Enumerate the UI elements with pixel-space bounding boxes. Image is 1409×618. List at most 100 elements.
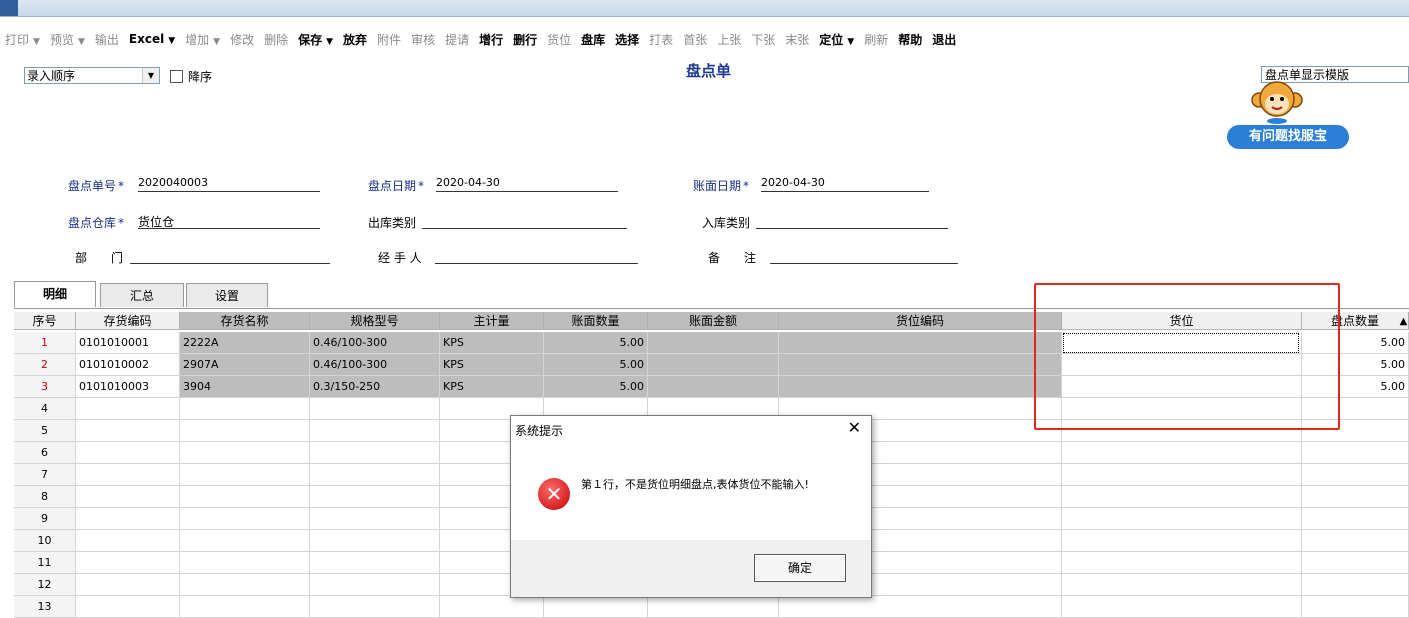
table-cell[interactable] [648, 376, 779, 398]
chevron-down-icon[interactable]: ▼ [326, 37, 333, 47]
table-cell[interactable] [76, 442, 180, 464]
table-cell[interactable] [1062, 552, 1302, 574]
table-cell[interactable] [779, 332, 1062, 354]
table-cell[interactable] [76, 574, 180, 596]
table-cell[interactable] [648, 332, 779, 354]
monkey-mascot-icon[interactable] [1250, 78, 1304, 124]
chevron-down-icon[interactable]: ▼ [213, 37, 220, 47]
chevron-down-icon[interactable]: ▼ [168, 36, 175, 46]
table-cell[interactable]: 5.00 [544, 376, 648, 398]
table-cell[interactable]: 0.46/100-300 [310, 354, 440, 376]
table-cell[interactable] [310, 420, 440, 442]
toolbar-button-1[interactable]: 预览 ▼ [45, 31, 90, 48]
table-cell[interactable]: 0101010001 [76, 332, 180, 354]
table-cell[interactable] [76, 486, 180, 508]
table-cell[interactable] [180, 486, 310, 508]
table-cell[interactable] [76, 420, 180, 442]
toolbar-button-3[interactable]: Excel ▼ [124, 32, 180, 46]
tab-settings[interactable]: 设置 [186, 283, 268, 307]
tab-detail[interactable]: 明细 [14, 281, 96, 307]
table-cell[interactable] [779, 596, 1062, 618]
table-cell[interactable] [1062, 530, 1302, 552]
table-cell[interactable] [180, 552, 310, 574]
table-cell[interactable] [1302, 442, 1409, 464]
help-service-button[interactable]: 有问题找服宝 [1227, 125, 1349, 149]
table-cell[interactable] [779, 354, 1062, 376]
table-cell[interactable] [544, 596, 648, 618]
table-cell[interactable] [76, 464, 180, 486]
table-cell[interactable] [180, 596, 310, 618]
table-cell[interactable] [648, 354, 779, 376]
chevron-down-icon[interactable]: ▼ [142, 68, 159, 83]
table-cell[interactable]: KPS [440, 376, 544, 398]
table-cell[interactable]: 2222A [180, 332, 310, 354]
table-cell[interactable] [180, 508, 310, 530]
toolbar-button-18[interactable]: 首张 [678, 31, 712, 48]
toolbar-button-4[interactable]: 增加 ▼ [180, 31, 225, 48]
table-cell[interactable]: 0.3/150-250 [310, 376, 440, 398]
column-header[interactable]: 存货名称 [180, 312, 310, 330]
table-cell[interactable] [180, 420, 310, 442]
dept-field[interactable] [130, 248, 330, 264]
column-header[interactable]: 规格型号 [310, 312, 440, 330]
table-cell[interactable] [180, 398, 310, 420]
toolbar-button-15[interactable]: 盘库 [576, 31, 610, 48]
toolbar-button-21[interactable]: 末张 [780, 31, 814, 48]
in-type-field[interactable] [756, 213, 948, 229]
table-cell[interactable] [1062, 508, 1302, 530]
tab-summary[interactable]: 汇总 [100, 283, 184, 307]
table-cell[interactable]: 5.00 [544, 332, 648, 354]
table-cell[interactable] [1062, 486, 1302, 508]
table-cell[interactable] [310, 552, 440, 574]
table-cell[interactable]: 0101010002 [76, 354, 180, 376]
ok-button[interactable]: 确定 [754, 554, 846, 582]
table-cell[interactable] [440, 596, 544, 618]
column-header[interactable]: 账面金额 [648, 312, 779, 330]
table-cell[interactable] [1062, 442, 1302, 464]
toolbar-button-10[interactable]: 审核 [406, 31, 440, 48]
table-cell[interactable] [310, 508, 440, 530]
table-cell[interactable] [1302, 596, 1409, 618]
table-cell[interactable]: 2907A [180, 354, 310, 376]
table-cell[interactable] [76, 508, 180, 530]
table-cell[interactable] [310, 464, 440, 486]
table-cell[interactable] [648, 596, 779, 618]
toolbar-button-12[interactable]: 增行 [474, 31, 508, 48]
table-cell[interactable] [180, 574, 310, 596]
checkbox-box[interactable] [170, 70, 183, 83]
scroll-up-icon[interactable]: ▲ [1398, 313, 1409, 331]
doc-no-field[interactable]: 2020040003 [138, 176, 320, 192]
toolbar-button-9[interactable]: 附件 [372, 31, 406, 48]
toolbar-button-13[interactable]: 删行 [508, 31, 542, 48]
table-cell[interactable] [76, 398, 180, 420]
remark-field[interactable] [770, 248, 958, 264]
table-cell[interactable] [1062, 596, 1302, 618]
toolbar-button-2[interactable]: 输出 [90, 31, 124, 48]
table-cell[interactable] [310, 574, 440, 596]
table-cell[interactable] [310, 442, 440, 464]
table-cell[interactable] [180, 442, 310, 464]
toolbar-button-5[interactable]: 修改 [225, 31, 259, 48]
table-cell[interactable] [310, 596, 440, 618]
toolbar-button-23[interactable]: 刷新 [859, 31, 893, 48]
toolbar-button-8[interactable]: 放弃 [338, 31, 372, 48]
toolbar-button-24[interactable]: 帮助 [893, 31, 927, 48]
toolbar-button-16[interactable]: 选择 [610, 31, 644, 48]
table-cell[interactable] [76, 530, 180, 552]
table-cell[interactable] [310, 398, 440, 420]
table-cell[interactable] [1302, 552, 1409, 574]
toolbar-button-19[interactable]: 上张 [712, 31, 746, 48]
table-cell[interactable] [779, 376, 1062, 398]
table-cell[interactable] [76, 552, 180, 574]
table-cell[interactable]: 0.46/100-300 [310, 332, 440, 354]
table-cell[interactable] [1062, 464, 1302, 486]
toolbar-button-11[interactable]: 提请 [440, 31, 474, 48]
close-icon[interactable]: ✕ [848, 418, 861, 437]
check-date-field[interactable]: 2020-04-30 [436, 176, 618, 192]
table-cell[interactable] [1062, 574, 1302, 596]
table-cell[interactable] [76, 596, 180, 618]
toolbar-button-6[interactable]: 删除 [259, 31, 293, 48]
table-cell[interactable] [1302, 574, 1409, 596]
toolbar-button-0[interactable]: 打印 ▼ [0, 31, 45, 48]
table-cell[interactable] [310, 530, 440, 552]
